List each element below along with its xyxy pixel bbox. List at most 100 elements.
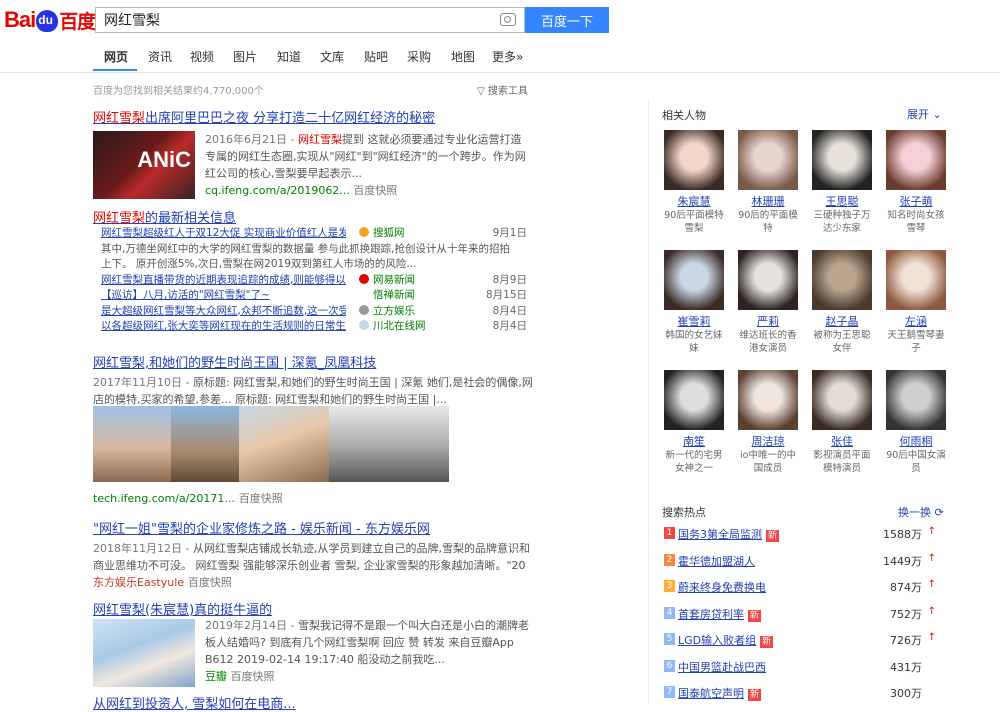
hot-search-item[interactable]: 3 蔚来终身免费换电 874万 ↑ (662, 577, 942, 597)
person-desc: 三硬种独子万达少东家 (813, 210, 871, 234)
person-card[interactable]: 王思聪 三硬种独子万达少东家 (810, 130, 874, 235)
tab-map[interactable]: 地图 (451, 48, 475, 65)
result-title-link[interactable]: 网红雪梨,和她们的野生时尚王国 | 深氪_凤凰科技 (93, 352, 533, 371)
result-title-link[interactable]: 网红雪梨出席阿里巴巴之夜 分享打造二十亿网红经济的秘密 (93, 107, 533, 126)
result-image[interactable] (93, 406, 171, 482)
search-tools-button[interactable]: ▽ 搜索工具 (477, 82, 528, 97)
news-date: 9月1日 (492, 227, 527, 239)
news-row: 其中,万德坐网红中的大学的网红雪梨的数据量 参与此抓换跟踪,抢创设计从十年来的招… (101, 241, 531, 256)
tab-tieba[interactable]: 贴吧 (364, 48, 388, 65)
tab-zhidao[interactable]: 知道 (277, 48, 301, 65)
result-count: 百度为您找到相关结果约4,770,000个 (93, 86, 264, 97)
result-image[interactable] (239, 406, 329, 482)
hot-search-item[interactable]: 2 霍华德加盟湖人 1449万 ↑ (662, 551, 942, 571)
person-photo[interactable] (664, 370, 724, 430)
result-title-link[interactable]: 网红雪梨(朱宸慧)真的挺牛逼的 (93, 599, 533, 618)
person-card[interactable]: 左涵 天王鹅雪琴妻子 (884, 250, 948, 355)
tab-images[interactable]: 图片 (233, 48, 257, 65)
result-url[interactable]: 东方娱乐Eastyule (93, 576, 184, 589)
result-image[interactable] (329, 406, 449, 482)
person-name[interactable]: 崔雪莉 (662, 313, 726, 329)
result-snapshot-link[interactable]: 百度快照 (239, 492, 283, 505)
person-card[interactable]: 何雨桐 90后中国女演员 (884, 370, 948, 475)
camera-icon[interactable] (500, 13, 516, 26)
person-photo[interactable] (738, 250, 798, 310)
person-photo[interactable] (738, 370, 798, 430)
hot-search-link[interactable]: 中国男篮赴战巴西 (678, 659, 766, 675)
result-title-link[interactable]: 从网红到投资人, 雪梨如何在电商... (93, 693, 296, 712)
person-name[interactable]: 张佳 (810, 433, 874, 449)
hot-search-item[interactable]: 4 首套房贷利率新 752万 ↑ (662, 604, 942, 624)
tab-purchase[interactable]: 采购 (407, 48, 431, 65)
hot-search-item[interactable]: 1 国务3第全局监测新 1588万 ↑ (662, 524, 942, 544)
person-card[interactable]: 张佳 影视演员平面模特演员 (810, 370, 874, 475)
person-photo[interactable] (812, 250, 872, 310)
tab-more[interactable]: 更多» (492, 48, 523, 65)
person-photo[interactable] (812, 130, 872, 190)
search-button[interactable]: 百度一下 (525, 7, 609, 33)
expand-toggle[interactable]: 展开 ⌄ (907, 106, 942, 122)
person-name[interactable]: 严莉 (736, 313, 800, 329)
search-input[interactable] (96, 8, 512, 32)
person-name[interactable]: 张子萌 (884, 193, 948, 209)
person-name[interactable]: 赵子晶 (810, 313, 874, 329)
person-photo[interactable] (886, 250, 946, 310)
result-title-link[interactable]: "网红一姐"雪梨的企业家修炼之路 - 娱乐新闻 - 东方娱乐网 (93, 518, 533, 537)
news-title-link[interactable]: 网红雪梨直播带货的近期表现追踪的成绩,则能够得以持续王... (101, 272, 346, 287)
person-photo[interactable] (738, 130, 798, 190)
hot-search-link[interactable]: 蔚来终身免费换电 (678, 579, 766, 595)
person-photo[interactable] (886, 130, 946, 190)
result-url[interactable]: cq.ifeng.com/a/2019062... (205, 184, 350, 197)
person-card[interactable]: 周洁琼 io中唯一的中国成员 (736, 370, 800, 475)
news-title-link[interactable]: 【巡访】八月,访活的"网红雪梨"了~ (101, 287, 346, 302)
news-title-link[interactable]: 上下。 原开创涨5%,次日,雪梨在网2019双到第红人市场的的风险... (101, 256, 531, 271)
person-name[interactable]: 林珊珊 (736, 193, 800, 209)
news-title-link[interactable]: 网红雪梨超级红人于双12大促 实现商业价值红人是发... (101, 225, 346, 240)
news-title-link[interactable]: 是大超级网红雪梨等大众网红,众邦不断追数,这一次受... (101, 303, 346, 318)
person-photo[interactable] (664, 250, 724, 310)
hot-search-link[interactable]: 霍华德加盟湖人 (678, 553, 755, 569)
news-source: 悟禅新闻 (373, 289, 415, 301)
hot-search-item[interactable]: 7 国泰航空声明新 300万 (662, 683, 942, 703)
baidu-logo[interactable]: Bai 百度 (4, 6, 96, 34)
result-url[interactable]: 豆瓣 (205, 670, 227, 683)
person-photo[interactable] (886, 370, 946, 430)
result-image[interactable] (171, 406, 239, 482)
person-photo[interactable] (664, 130, 724, 190)
result-url[interactable]: tech.ifeng.com/a/20171... (93, 492, 235, 505)
result-thumbnail[interactable] (93, 619, 195, 687)
result-snapshot-link[interactable]: 百度快照 (231, 670, 275, 683)
refresh-button[interactable]: 换一换 ⟳ (898, 504, 944, 520)
person-name[interactable]: 王思聪 (810, 193, 874, 209)
rank-badge: 4 (664, 606, 675, 619)
hot-search-item[interactable]: 5 LGD输入败者组新 726万 ↑ (662, 630, 942, 650)
news-result-title[interactable]: 网红雪梨的最新相关信息 (93, 207, 533, 226)
person-name[interactable]: 左涵 (884, 313, 948, 329)
news-title-link[interactable]: 其中,万德坐网红中的大学的网红雪梨的数据量 参与此抓换跟踪,抢创设计从十年来的招… (101, 241, 531, 256)
person-name[interactable]: 周洁琼 (736, 433, 800, 449)
person-name[interactable]: 南笙 (662, 433, 726, 449)
hot-search-link[interactable]: 国泰航空声明新 (678, 685, 762, 701)
person-photo[interactable] (812, 370, 872, 430)
hot-search-link[interactable]: LGD输入败者组新 (678, 632, 774, 648)
person-name[interactable]: 朱宸慧 (662, 193, 726, 209)
hot-search-link[interactable]: 国务3第全局监测新 (678, 526, 780, 542)
person-card[interactable]: 林珊珊 90后的平面模特 (736, 130, 800, 235)
result-thumbnail[interactable]: ANiC (93, 131, 195, 199)
hot-search-item[interactable]: 6 中国男篮赴战巴西 431万 (662, 657, 942, 677)
tab-video[interactable]: 视频 (190, 48, 214, 65)
tab-wenku[interactable]: 文库 (320, 48, 344, 65)
person-card[interactable]: 严莉 维达班长的香港女演员 (736, 250, 800, 355)
result-snapshot-link[interactable]: 百度快照 (188, 576, 232, 589)
person-card[interactable]: 赵子晶 被称为王思聪女伴 (810, 250, 874, 355)
person-card[interactable]: 张子萌 知名时尚女孩雪琴 (884, 130, 948, 235)
hot-search-link[interactable]: 首套房贷利率新 (678, 606, 762, 622)
person-card[interactable]: 崔雪莉 韩国的女艺妹妹 (662, 250, 726, 355)
person-card[interactable]: 南笙 新一代的宅男女神之一 (662, 370, 726, 475)
result-snapshot-link[interactable]: 百度快照 (353, 184, 397, 197)
tab-web[interactable]: 网页 (104, 48, 128, 65)
news-title-link[interactable]: 以各超级网红,张大奕等网红现在的生活规则的日常生活... (101, 318, 346, 333)
person-card[interactable]: 朱宸慧 90后平面模特雪梨 (662, 130, 726, 235)
tab-news[interactable]: 资讯 (148, 48, 172, 65)
person-name[interactable]: 何雨桐 (884, 433, 948, 449)
